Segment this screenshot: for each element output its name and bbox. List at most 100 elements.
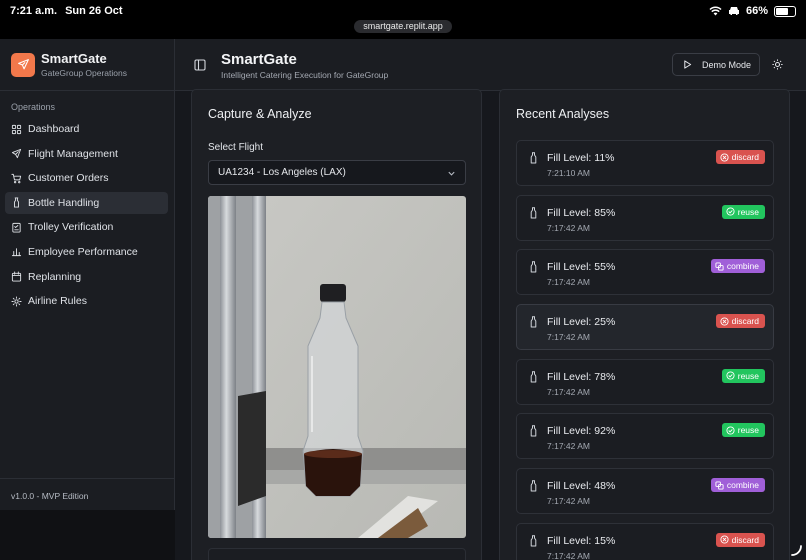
main-content: Capture & Analyze Select Flight UA1234 -…: [175, 89, 806, 560]
capture-card: Capture & Analyze Select Flight UA1234 -…: [191, 89, 482, 560]
list-item[interactable]: Fill Level: 11% 7:21:10 AM discard: [516, 140, 774, 186]
bottle-icon: [14, 197, 19, 208]
sidebar-item-label: Bottle Handling: [28, 196, 100, 209]
browser-url-bar: smartgate.replit.app: [0, 20, 806, 39]
sidebar-item-trolley-verification[interactable]: Trolley Verification: [5, 216, 168, 238]
status-badge: discard: [715, 314, 765, 329]
bottle-icon: [530, 480, 537, 492]
select-flight-label: Select Flight: [208, 142, 264, 153]
sidebar-item-customer-orders[interactable]: Customer Orders: [5, 167, 168, 189]
page-subtitle: Intelligent Catering Execution for GateG…: [221, 70, 389, 80]
plane-logo-icon: [11, 52, 35, 77]
analysis-time: 7:17:42 AM: [547, 277, 591, 288]
battery-percent: 66%: [745, 5, 768, 17]
bottle-icon: [530, 261, 537, 273]
bottle-icon: [530, 206, 537, 219]
x-circle-icon: [720, 152, 729, 162]
header: SmartGate Intelligent Catering Execution…: [175, 39, 806, 91]
list-item[interactable]: Fill Level: 48% 7:17:42 AM combine: [516, 468, 774, 515]
fill-level: Fill Level: 92%: [547, 425, 616, 438]
sidebar-item-label: Customer Orders: [28, 172, 109, 185]
analysis-time: 7:17:42 AM: [547, 550, 591, 560]
sun-icon[interactable]: [772, 59, 783, 70]
selected-flight: UA1234 - Los Angeles (LAX): [218, 167, 346, 178]
fill-level: Fill Level: 78%: [547, 370, 616, 383]
badge-label: combine: [726, 261, 759, 272]
chevron-down-icon: [448, 171, 455, 176]
badge-label: reuse: [737, 425, 759, 436]
sidebar-bottom-area: [0, 510, 175, 560]
sidebar-item-flight-management[interactable]: Flight Management: [5, 143, 168, 165]
recent-title: Recent Analyses: [516, 107, 610, 121]
sidebar-nav: Dashboard Flight Management Customer Order…: [0, 118, 174, 312]
sidebar-item-airline-rules[interactable]: Airline Rules: [5, 290, 168, 312]
status-right: 66%: [709, 5, 796, 17]
list-item[interactable]: Fill Level: 25% 7:17:42 AM discard: [516, 304, 774, 351]
calendar-icon: [11, 271, 22, 282]
result-panel: [208, 548, 466, 560]
play-icon: [684, 60, 692, 69]
fill-level: Fill Level: 48%: [547, 480, 616, 493]
status-badge: combine: [710, 478, 765, 493]
badge-label: discard: [731, 316, 759, 327]
analysis-time: 7:17:42 AM: [547, 222, 591, 233]
analysis-list: Fill Level: 11% 7:21:10 AM discard Fill Lev…: [516, 140, 774, 560]
status-bar: 7:21 a.m. Sun 26 Oct 66%: [0, 0, 806, 22]
sidebar-item-replanning[interactable]: Replanning: [5, 266, 168, 288]
sidebar-item-label: Flight Management: [28, 147, 118, 160]
bottle-photo: [208, 196, 466, 538]
fill-level: Fill Level: 11%: [547, 152, 615, 164]
analysis-time: 7:21:10 AM: [547, 168, 591, 178]
demo-mode-button[interactable]: Demo Mode: [672, 53, 760, 76]
bottle-icon: [530, 152, 537, 164]
bottle-icon: [530, 316, 537, 328]
battery-icon: [774, 5, 796, 17]
loading-spinner-icon: [791, 545, 802, 556]
badge-label: reuse: [737, 370, 759, 381]
demo-mode-label: Demo Mode: [702, 59, 752, 70]
chart-icon: [11, 248, 22, 257]
badge-label: combine: [726, 480, 759, 491]
brand-title: SmartGate: [41, 51, 107, 66]
sidebar-item-bottle-handling[interactable]: Bottle Handling: [5, 191, 168, 214]
status-badge: discard: [715, 532, 765, 547]
sidebar: SmartGate GateGroup Operations Operation…: [0, 39, 175, 510]
sidebar-item-employee-performance[interactable]: Employee Performance: [5, 241, 168, 263]
status-badge: reuse: [721, 423, 765, 438]
fill-level: Fill Level: 25%: [547, 316, 616, 329]
bottle-icon: [530, 535, 537, 547]
list-item[interactable]: Fill Level: 15% 7:17:42 AM discard: [516, 522, 774, 560]
capture-title: Capture & Analyze: [208, 107, 312, 121]
analysis-time: 7:17:42 AM: [547, 441, 591, 452]
status-badge: reuse: [721, 368, 765, 383]
list-item[interactable]: Fill Level: 55% 7:17:42 AM combine: [516, 249, 774, 296]
brand-subtitle: GateGroup Operations: [41, 68, 127, 78]
status-badge: combine: [710, 259, 765, 274]
list-item[interactable]: Fill Level: 85% 7:17:42 AM reuse: [516, 194, 774, 241]
status-date: Sun 26 Oct: [65, 5, 123, 17]
gear-icon: [11, 296, 22, 307]
brand: SmartGate GateGroup Operations: [0, 39, 174, 91]
sidebar-item-label: Employee Performance: [28, 245, 138, 258]
battery-fill: [776, 7, 788, 15]
sidebar-item-dashboard[interactable]: Dashboard: [5, 118, 168, 140]
recent-analyses-card: Recent Analyses Fill Level: 11% 7:21:10 A…: [499, 89, 790, 560]
merge-icon: [715, 262, 724, 271]
fill-level: Fill Level: 85%: [547, 206, 616, 219]
fill-level: Fill Level: 55%: [547, 261, 616, 274]
cart-icon: [11, 173, 22, 184]
list-item[interactable]: Fill Level: 92% 7:17:42 AM reuse: [516, 413, 774, 460]
version-label: v1.0.0 - MVP Edition: [0, 478, 174, 510]
flight-select[interactable]: UA1234 - Los Angeles (LAX): [208, 160, 466, 185]
page-title: SmartGate: [221, 51, 297, 68]
check-circle-icon: [726, 426, 735, 435]
sidebar-item-label: Airline Rules: [28, 295, 87, 308]
grid-icon: [11, 124, 22, 134]
list-item[interactable]: Fill Level: 78% 7:17:42 AM reuse: [516, 358, 774, 405]
plane-icon: [11, 149, 22, 159]
sidebar-toggle-icon[interactable]: [194, 59, 206, 71]
url-pill[interactable]: smartgate.replit.app: [354, 20, 452, 33]
checklist-icon: [12, 222, 21, 233]
status-badge: discard: [715, 150, 765, 164]
analysis-time: 7:17:42 AM: [547, 332, 591, 343]
